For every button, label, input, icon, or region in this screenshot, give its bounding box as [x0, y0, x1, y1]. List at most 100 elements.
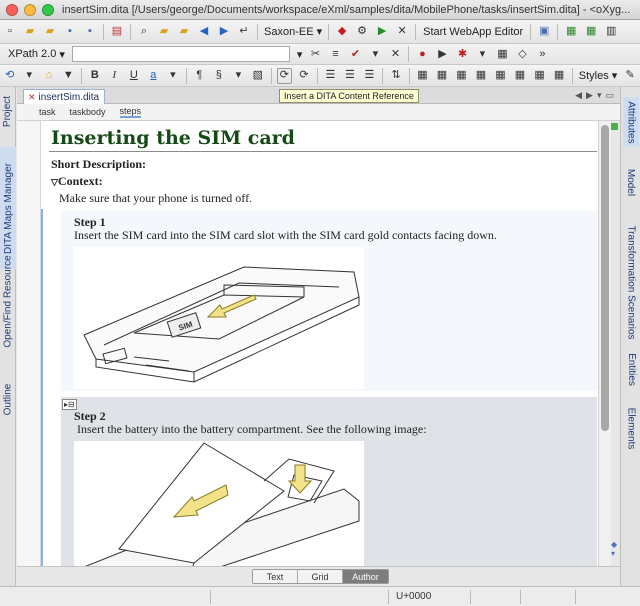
- scrollbar-thumb[interactable]: [601, 125, 609, 431]
- tab-scroll-left-icon[interactable]: ◀: [575, 90, 582, 101]
- configure-transform-icon[interactable]: ▶: [434, 46, 450, 62]
- filter-icon[interactable]: ▼: [61, 68, 77, 84]
- zoom-window-button[interactable]: [42, 3, 54, 16]
- new-file-icon[interactable]: ▫: [2, 24, 18, 40]
- step-1[interactable]: Step 1 Insert the SIM card into the SIM …: [61, 211, 597, 391]
- insert-conref-icon[interactable]: ⟳: [276, 67, 293, 84]
- table-properties-icon[interactable]: ▦: [473, 68, 489, 84]
- tab-list-icon[interactable]: ▾: [597, 90, 602, 101]
- validate-icon[interactable]: ◆: [334, 24, 350, 40]
- join-cells-icon[interactable]: ▦: [532, 68, 548, 84]
- delete-row-icon[interactable]: ▦: [493, 68, 509, 84]
- preferences-icon[interactable]: ▾: [474, 46, 490, 62]
- unordered-list-icon[interactable]: ☰: [342, 68, 358, 84]
- tools-icon[interactable]: ✕: [394, 24, 410, 40]
- tools2-icon[interactable]: ✕: [387, 46, 403, 62]
- delete-column-icon[interactable]: ▦: [512, 68, 528, 84]
- transformation-scenarios-tab[interactable]: Transformation Scenarios: [623, 217, 639, 347]
- mode-grid-tab[interactable]: Grid: [298, 570, 343, 583]
- elements-tab[interactable]: Elements: [623, 403, 639, 453]
- definition-list-icon[interactable]: ☰: [362, 68, 378, 84]
- dita-maps-manager-tab[interactable]: DITA Maps Manager: [0, 147, 16, 269]
- minimize-window-button[interactable]: [24, 3, 36, 16]
- insert-column-icon[interactable]: ▦: [454, 68, 470, 84]
- xq-perspective-icon[interactable]: ▦: [583, 24, 599, 40]
- editor-tab-insertsim[interactable]: ✕ insertSim.dita: [23, 89, 105, 104]
- open-url-icon[interactable]: ▰: [42, 24, 58, 40]
- image-icon[interactable]: ▧: [250, 68, 266, 84]
- run-icon[interactable]: ▶: [374, 24, 390, 40]
- open-folder-2-icon[interactable]: ▰: [176, 24, 192, 40]
- scenario-icon[interactable]: ▦: [494, 46, 510, 62]
- transformer-select[interactable]: Saxon-EE ▾: [264, 25, 322, 39]
- mode-author-tab[interactable]: Author: [343, 570, 388, 583]
- paragraph-icon[interactable]: ¶: [192, 68, 208, 84]
- layout-icon[interactable]: ▣: [536, 24, 552, 40]
- find-in-files-icon[interactable]: ▰: [156, 24, 172, 40]
- xsl-perspective-icon[interactable]: ▦: [563, 24, 579, 40]
- start-webapp-editor-button[interactable]: Start WebApp Editor: [423, 26, 523, 38]
- context-text[interactable]: Make sure that your phone is turned off.: [59, 191, 252, 206]
- bold-icon[interactable]: B: [87, 68, 103, 84]
- ordered-list-icon[interactable]: ☰: [323, 68, 339, 84]
- step-2-text[interactable]: Insert the battery into the battery comp…: [77, 422, 427, 437]
- maximize-editor-icon[interactable]: ▭: [605, 90, 614, 101]
- breadcrumb-steps[interactable]: steps: [119, 106, 142, 118]
- database-perspective-icon[interactable]: ▥: [603, 24, 619, 40]
- section-dropdown-icon[interactable]: ▾: [231, 68, 247, 84]
- sim-card-image[interactable]: SIM: [74, 247, 364, 389]
- split-cell-icon[interactable]: ▦: [551, 68, 567, 84]
- outline-tab[interactable]: Outline: [0, 377, 16, 421]
- more-icon[interactable]: »: [534, 46, 550, 62]
- battery-image[interactable]: [74, 441, 364, 566]
- step-1-text[interactable]: Insert the SIM card into the SIM card sl…: [74, 228, 497, 243]
- breadcrumb-task[interactable]: task: [39, 107, 56, 117]
- debug-icon[interactable]: ✱: [454, 46, 470, 62]
- save-all-icon[interactable]: ▪: [82, 24, 98, 40]
- comment-icon[interactable]: ✂: [307, 46, 323, 62]
- last-edit-icon[interactable]: ↵: [236, 24, 252, 40]
- xsl-debug-icon[interactable]: ⚙: [354, 24, 370, 40]
- link-icon[interactable]: ⟲: [2, 68, 18, 84]
- find-icon[interactable]: ⌕: [136, 24, 152, 40]
- open-find-resource-tab[interactable]: Open/Find Resource: [0, 253, 16, 349]
- save-icon[interactable]: ▪: [62, 24, 78, 40]
- tags-icon[interactable]: ◇: [514, 46, 530, 62]
- tag-icon[interactable]: ⌂: [41, 68, 57, 84]
- print-icon[interactable]: ▤: [109, 24, 125, 40]
- editor-scrollbar[interactable]: [598, 121, 611, 566]
- insert-element-icon[interactable]: ≡: [327, 46, 343, 62]
- xpath-input[interactable]: [71, 46, 290, 62]
- apply-transform-icon[interactable]: ●: [414, 46, 430, 62]
- sort-icon[interactable]: ⇅: [388, 68, 404, 84]
- validate-check-icon[interactable]: ✔: [347, 46, 363, 62]
- insert-table-icon[interactable]: ▦: [415, 68, 431, 84]
- project-view-tab[interactable]: Project: [0, 93, 16, 129]
- model-tab[interactable]: Model: [623, 165, 639, 199]
- xpath-history-dropdown[interactable]: ▾: [297, 48, 303, 61]
- insert-row-icon[interactable]: ▦: [434, 68, 450, 84]
- collapse-triangle-icon[interactable]: ▽: [51, 177, 58, 187]
- section-icon[interactable]: §: [211, 68, 227, 84]
- insert-keyref-icon[interactable]: ⟳: [296, 68, 312, 84]
- scroll-arrows-icon[interactable]: ◆ ▾: [611, 540, 617, 558]
- check-wellformed-icon[interactable]: ▾: [367, 46, 383, 62]
- document-title[interactable]: Inserting the SIM card: [51, 127, 295, 149]
- tab-scroll-right-icon[interactable]: ▶: [586, 90, 593, 101]
- xpath-version-select[interactable]: XPath 2.0 ▾: [8, 48, 65, 61]
- format-dropdown-icon[interactable]: ▾: [165, 68, 181, 84]
- underline-icon[interactable]: U: [126, 68, 142, 84]
- author-document-area[interactable]: Inserting the SIM card Short Description…: [40, 121, 598, 566]
- close-tab-icon[interactable]: ✕: [28, 92, 36, 103]
- entities-tab[interactable]: Entities: [623, 349, 639, 389]
- mode-text-tab[interactable]: Text: [253, 570, 298, 583]
- context-section[interactable]: ▽Context:: [51, 174, 103, 189]
- italic-icon[interactable]: I: [107, 68, 123, 84]
- styles-select[interactable]: Styles ▾: [579, 69, 618, 83]
- attributes-tab[interactable]: Attributes: [623, 97, 639, 147]
- forward-icon[interactable]: ▶: [216, 24, 232, 40]
- step-2[interactable]: ▸⊟ Step 2 Insert the battery into the ba…: [61, 397, 597, 566]
- close-window-button[interactable]: [6, 3, 18, 16]
- back-icon[interactable]: ◀: [196, 24, 212, 40]
- link-dropdown-icon[interactable]: ▾: [22, 68, 38, 84]
